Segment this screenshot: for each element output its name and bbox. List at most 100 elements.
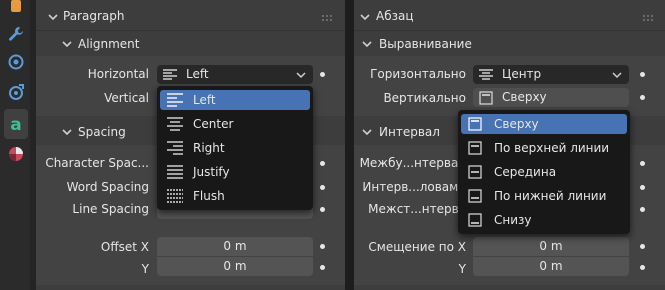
offset-x-label: Смещение по X [368, 240, 466, 254]
drag-grip-icon[interactable] [642, 14, 656, 22]
align-middle-icon [468, 165, 482, 179]
physics-icon[interactable] [4, 50, 28, 74]
keyframe-dot[interactable] [640, 72, 645, 77]
menu-item-bottom[interactable]: Снизу [461, 210, 627, 230]
vertical-alignment-menu: Сверху По верхней линии Середина По нижн… [458, 110, 630, 234]
properties-tab-strip: a [0, 0, 30, 290]
separator [36, 30, 345, 31]
align-right-icon [167, 141, 183, 155]
menu-item-right[interactable]: Right [160, 138, 310, 158]
keyframe-dot[interactable] [320, 185, 325, 190]
align-justify-icon [167, 165, 183, 179]
menu-item-label: По нижней линии [494, 189, 607, 203]
align-bottom-baseline-icon [468, 189, 482, 203]
panel-divider [345, 0, 354, 290]
menu-item-center[interactable]: Center [160, 114, 310, 134]
align-top-icon [468, 117, 482, 131]
chevron-down-icon [62, 129, 72, 136]
alignment-subpanel-header-ru[interactable]: Выравнивание [354, 33, 665, 55]
align-left-icon [167, 93, 183, 107]
drag-grip-icon[interactable] [321, 14, 335, 22]
paragraph-panel-header-ru[interactable]: Абзац [354, 4, 665, 30]
menu-item-label: Сверху [494, 117, 539, 131]
menu-item-label: Center [193, 117, 234, 131]
material-icon[interactable] [4, 142, 28, 166]
object-data-icon[interactable] [4, 0, 28, 18]
keyframe-dot[interactable] [320, 72, 325, 77]
alignment-subpanel-header[interactable]: Alignment [36, 33, 345, 55]
offset-y-value: 0 m [223, 259, 247, 273]
menu-item-label: Justify [193, 165, 230, 179]
keyframe-dot[interactable] [640, 207, 645, 212]
keyframe-dot[interactable] [640, 185, 645, 190]
keyframe-dot[interactable] [640, 265, 645, 270]
alignment-title: Alignment [78, 37, 140, 51]
align-top-baseline-icon [468, 141, 482, 155]
spacing-title: Интервал [379, 125, 440, 139]
keyframe-dot[interactable] [640, 161, 645, 166]
offset-x-field[interactable]: 0 m [473, 237, 629, 256]
panel-title: Абзац [376, 9, 414, 23]
keyframe-dot[interactable] [640, 244, 645, 249]
keyframe-dot[interactable] [640, 95, 645, 100]
paragraph-panel-header[interactable]: Paragraph [36, 4, 345, 30]
menu-item-label: Flush [193, 189, 225, 203]
vertical-label: Вертикально [383, 91, 466, 105]
offset-y-label: Y [458, 262, 466, 276]
menu-item-middle[interactable]: Середина [461, 162, 627, 182]
horizontal-alignment-menu: Left Center Right Justify Flush [157, 86, 313, 210]
character-spacing-label: Межбу...нтервал [359, 156, 466, 170]
keyframe-dot[interactable] [320, 265, 325, 270]
align-center-icon [167, 117, 183, 131]
menu-item-justify[interactable]: Justify [160, 162, 310, 182]
menu-item-left[interactable]: Left [160, 90, 310, 110]
horizontal-label: Горизонтально [370, 67, 466, 81]
separator [354, 30, 665, 31]
horizontal-value: Центр [502, 67, 542, 81]
menu-item-top[interactable]: Сверху [461, 114, 627, 134]
offset-x-label: Offset X [100, 240, 149, 254]
chevron-down-icon [296, 72, 306, 79]
horizontal-dropdown[interactable]: Left [157, 65, 313, 84]
chevron-down-icon [62, 41, 72, 48]
offset-y-field[interactable]: 0 m [473, 257, 629, 276]
chevron-down-icon [362, 129, 372, 136]
keyframe-dot[interactable] [320, 244, 325, 249]
vertical-value: Сверху [502, 90, 547, 104]
chevron-down-icon [362, 41, 372, 48]
align-top-icon [479, 91, 493, 105]
menu-item-flush[interactable]: Flush [160, 186, 310, 206]
offset-y-field[interactable]: 0 m [157, 257, 313, 276]
word-spacing-label: Word Spacing [66, 180, 149, 194]
offset-x-field[interactable]: 0 m [157, 237, 313, 256]
text-data-icon[interactable]: a [4, 109, 28, 139]
spacing-title: Spacing [78, 125, 126, 139]
offset-x-value: 0 m [539, 239, 563, 253]
horizontal-value: Left [186, 67, 209, 81]
keyframe-dot[interactable] [320, 161, 325, 166]
menu-item-label: Снизу [494, 213, 532, 227]
keyframe-dot[interactable] [320, 207, 325, 212]
offset-x-value: 0 m [223, 239, 247, 253]
offset-y-value: 0 m [539, 259, 563, 273]
vertical-dropdown[interactable]: Сверху [473, 88, 629, 107]
menu-item-label: Right [193, 141, 225, 155]
line-spacing-label: Line Spacing [72, 202, 149, 216]
wrench-icon[interactable] [4, 22, 28, 46]
chevron-down-icon [48, 14, 58, 21]
align-center-icon [479, 69, 493, 80]
menu-item-bottom-baseline[interactable]: По нижней линии [461, 186, 627, 206]
horizontal-dropdown[interactable]: Центр [473, 65, 629, 84]
alignment-title: Выравнивание [379, 37, 472, 51]
align-flush-icon [167, 189, 183, 203]
constraint-icon[interactable] [4, 80, 28, 104]
chevron-down-icon [360, 14, 370, 21]
horizontal-label: Horizontal [87, 67, 149, 81]
menu-item-label: По верхней линии [494, 141, 610, 155]
word-spacing-label: Интерв...ловами [362, 180, 466, 194]
menu-item-top-baseline[interactable]: По верхней линии [461, 138, 627, 158]
chevron-down-icon [612, 72, 622, 79]
vertical-label: Vertical [104, 91, 149, 105]
align-left-icon [163, 69, 177, 80]
offset-y-label: Y [141, 262, 149, 276]
